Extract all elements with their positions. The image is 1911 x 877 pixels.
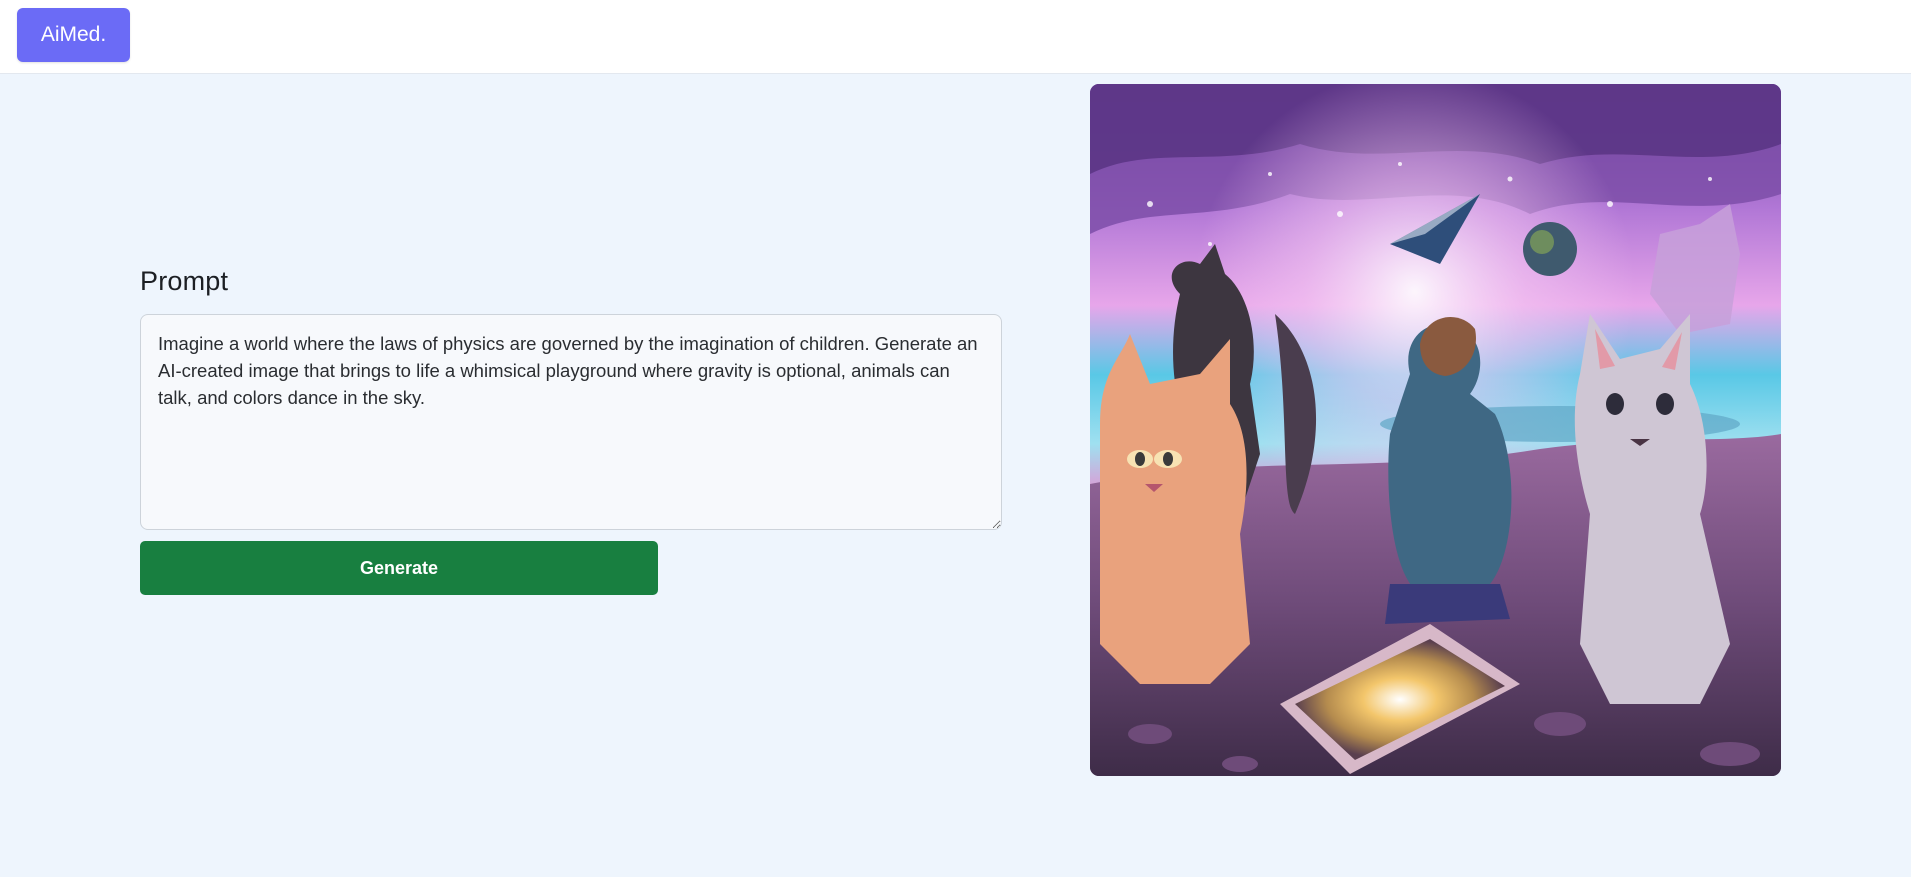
brand-logo[interactable]: AiMed.: [17, 8, 130, 62]
generated-image-illustration: [1090, 84, 1781, 776]
prompt-textarea[interactable]: Imagine a world where the laws of physic…: [140, 314, 1002, 530]
top-navbar: AiMed.: [0, 0, 1911, 74]
prompt-label: Prompt: [140, 266, 229, 296]
generate-button[interactable]: Generate: [140, 541, 658, 595]
generated-image: [1090, 84, 1781, 776]
